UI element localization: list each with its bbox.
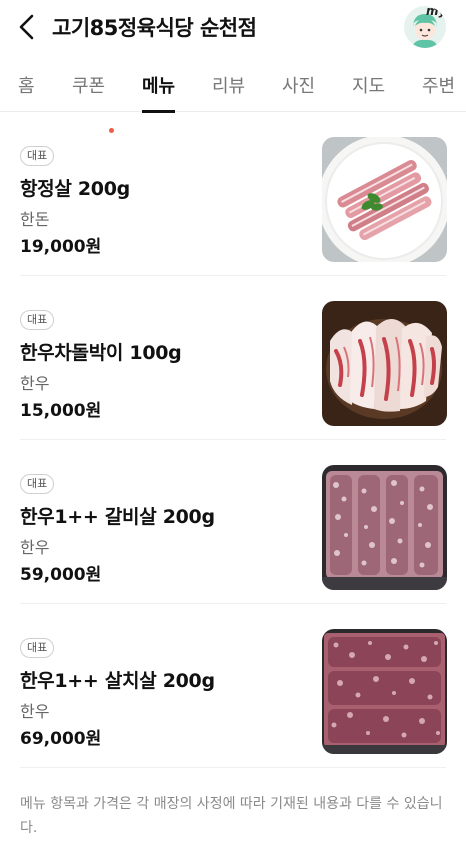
- menu-item-photo[interactable]: [322, 137, 447, 262]
- back-button[interactable]: [14, 12, 42, 42]
- tab-bar: 홈 쿠폰 메뉴 리뷰 사진 지도 주변: [0, 58, 466, 133]
- tab-photo[interactable]: 사진: [282, 72, 315, 112]
- divider: [20, 767, 446, 768]
- menu-item-price: 69,000원: [20, 729, 102, 749]
- menu-item-name: 한우1++ 살치살 200g: [20, 670, 215, 692]
- tab-home[interactable]: 홈: [18, 72, 35, 112]
- menu-item[interactable]: 대표 한우차돌박이 100g 한우 15,000원: [0, 276, 466, 440]
- menu-item-name: 한우1++ 갈비살 200g: [20, 506, 215, 528]
- menu-item-photo[interactable]: [322, 629, 447, 754]
- signature-badge: 대표: [20, 474, 55, 494]
- menu-item-price: 19,000원: [20, 237, 102, 257]
- menu-item-name: 한우차돌박이 100g: [20, 342, 182, 364]
- avatar[interactable]: my: [404, 6, 446, 48]
- tab-map[interactable]: 지도: [352, 72, 385, 112]
- signature-badge: 대표: [20, 310, 55, 330]
- signature-badge: 대표: [20, 638, 55, 658]
- page-title: 고기85정육식당 순천점: [52, 16, 257, 40]
- menu-item[interactable]: 대표 한우1++ 갈비살 200g 한우 59,000원: [0, 440, 466, 604]
- tab-review[interactable]: 리뷰: [212, 72, 245, 112]
- menu-item-photo[interactable]: [322, 301, 447, 426]
- menu-item-photo[interactable]: [322, 465, 447, 590]
- tab-menu[interactable]: 메뉴: [142, 72, 176, 113]
- menu-item[interactable]: 대표 한우1++ 살치살 200g 한우 69,000원: [0, 604, 466, 768]
- menu-item-description: 한우: [20, 702, 50, 721]
- chevron-left-icon: [19, 14, 34, 40]
- menu-item-description: 한우: [20, 538, 50, 557]
- menu-item-price: 15,000원: [20, 401, 102, 421]
- menu-item[interactable]: 대표 항정살 200g 한돈 19,000원: [0, 112, 466, 276]
- menu-item-description: 한돈: [20, 210, 50, 229]
- signature-badge: 대표: [20, 146, 55, 166]
- menu-item-name: 항정살 200g: [20, 178, 130, 200]
- menu-item-description: 한우: [20, 374, 50, 393]
- app-header: 고기85정육식당 순천점 my: [0, 0, 466, 56]
- menu-item-price: 59,000원: [20, 565, 102, 585]
- tab-coupon[interactable]: 쿠폰: [72, 72, 105, 112]
- avatar-label: my: [426, 6, 446, 18]
- tab-nearby[interactable]: 주변: [422, 72, 455, 112]
- menu-disclaimer: 메뉴 항목과 가격은 각 매장의 사정에 따라 기재된 내용과 다를 수 있습니…: [20, 796, 443, 836]
